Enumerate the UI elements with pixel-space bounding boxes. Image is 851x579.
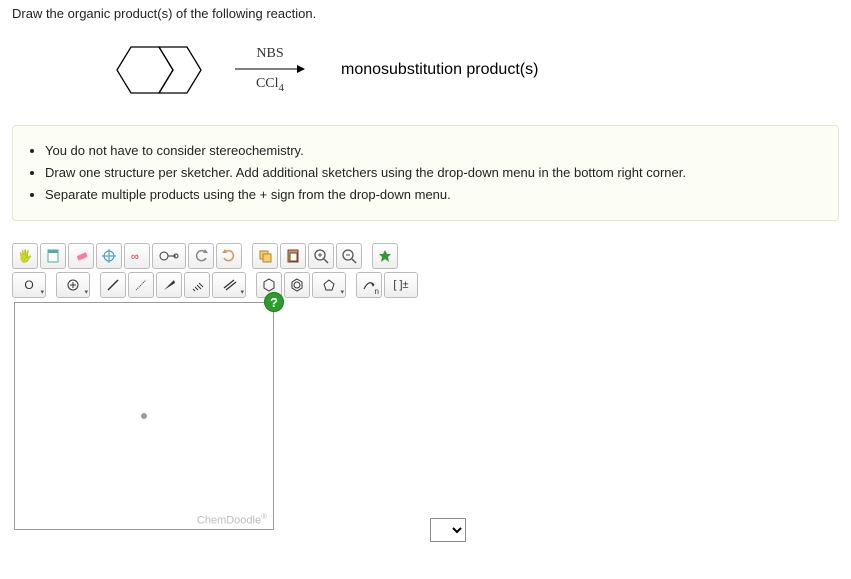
reactant-structure	[97, 35, 217, 105]
charge-dropdown[interactable]: ▾	[56, 272, 90, 298]
toolbar-row-1: 🖐 ∞	[12, 243, 839, 269]
single-bond-button[interactable]	[100, 272, 126, 298]
svg-text:∞: ∞	[131, 251, 139, 263]
bond-dropdown[interactable]: ▾	[212, 272, 246, 298]
canvas-cursor-dot	[141, 413, 147, 419]
reagent-top: NBS	[256, 46, 283, 62]
paste-button[interactable]	[280, 243, 306, 269]
template-button[interactable]	[152, 243, 186, 269]
atom-dropdown[interactable]: O▾	[12, 272, 46, 298]
ring-dropdown[interactable]: ▾	[312, 272, 346, 298]
help-button[interactable]: ?	[264, 292, 284, 312]
reaction-arrow-block: NBS CCl4	[235, 46, 305, 94]
hint-item: Draw one structure per sketcher. Add add…	[45, 162, 820, 184]
sketcher-canvas[interactable]: ? ChemDoodle®	[14, 302, 274, 530]
center-button[interactable]	[96, 243, 122, 269]
curved-arrow-button[interactable]: n	[356, 272, 382, 298]
question-prompt: Draw the organic product(s) of the follo…	[12, 6, 839, 21]
open-button[interactable]	[40, 243, 66, 269]
redo-button[interactable]	[216, 243, 242, 269]
add-sketcher-dropdown[interactable]	[430, 518, 466, 542]
instructions-panel: You do not have to consider stereochemis…	[12, 125, 839, 221]
move-tool-button[interactable]: 🖐	[12, 243, 38, 269]
style-button[interactable]	[372, 243, 398, 269]
zoom-out-button[interactable]	[336, 243, 362, 269]
add-sketcher-dropdown-wrap	[430, 518, 466, 542]
benzene-button[interactable]	[284, 272, 310, 298]
toolbar-row-2: O▾ ▾ ▾ ▾ n [ ]±	[12, 272, 839, 298]
chemdoodle-watermark: ChemDoodle®	[197, 512, 267, 527]
reaction-arrow	[235, 64, 305, 74]
reaction-scheme: NBS CCl4 monosubstitution product(s)	[97, 35, 839, 105]
reagent-bottom: CCl4	[256, 76, 284, 94]
copy-button[interactable]	[252, 243, 278, 269]
recessed-bond-button[interactable]	[128, 272, 154, 298]
hint-item: Separate multiple products using the + s…	[45, 184, 820, 206]
zoom-in-button[interactable]	[308, 243, 334, 269]
product-label: monosubstitution product(s)	[341, 61, 538, 79]
undo-button[interactable]	[188, 243, 214, 269]
erase-button[interactable]	[68, 243, 94, 269]
clean-button[interactable]: ∞	[124, 243, 150, 269]
bracket-button[interactable]: [ ]±	[384, 272, 418, 298]
wedge-bond-button[interactable]	[156, 272, 182, 298]
hash-bond-button[interactable]	[184, 272, 210, 298]
hint-item: You do not have to consider stereochemis…	[45, 140, 820, 162]
